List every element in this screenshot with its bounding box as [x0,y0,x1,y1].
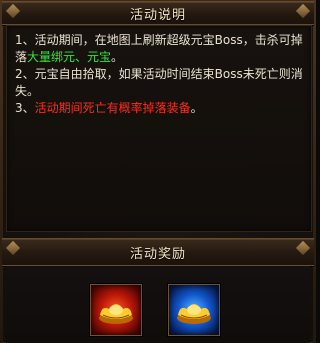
description-header: 活动说明 [2,1,314,25]
description-box: 1、活动期间，在地图上刷新超级元宝Boss，击杀可掉落大量绑元、元宝。 2、元宝… [6,25,312,232]
rule-3-number: 3、 [15,101,35,115]
rewards-title: 活动奖励 [129,247,186,262]
rule-1: 1、活动期间，在地图上刷新超级元宝Boss，击杀可掉落大量绑元、元宝。 [15,32,305,66]
rewards-header: 活动奖励 [2,238,314,266]
rule-3: 3、活动期间死亡有概率掉落装备。 [15,100,305,117]
rule-3-highlight: 活动期间死亡有概率掉落装备 [34,101,191,115]
rewards-area [6,266,310,343]
rule-2: 2、元宝自由拾取，如果活动时间结束Boss未死亡则消失。 [15,67,303,98]
gold-ingot-icon [99,304,133,324]
rule-3-suffix: 。 [190,101,203,115]
reward-slot-blue[interactable] [168,284,220,336]
rule-1-highlight: 大量绑元、元宝 [27,50,112,64]
gold-ingot-icon [177,304,211,324]
description-title: 活动说明 [129,8,186,23]
rule-1-suffix: 。 [111,50,124,64]
panel-right-edge [313,0,316,343]
reward-slot-red[interactable] [90,284,142,336]
description-text: 1、活动期间，在地图上刷新超级元宝Boss，击杀可掉落大量绑元、元宝。 2、元宝… [15,32,305,117]
panel-left-edge [0,0,3,343]
event-panel: 活动说明 1、活动期间，在地图上刷新超级元宝Boss，击杀可掉落大量绑元、元宝。… [0,0,316,343]
